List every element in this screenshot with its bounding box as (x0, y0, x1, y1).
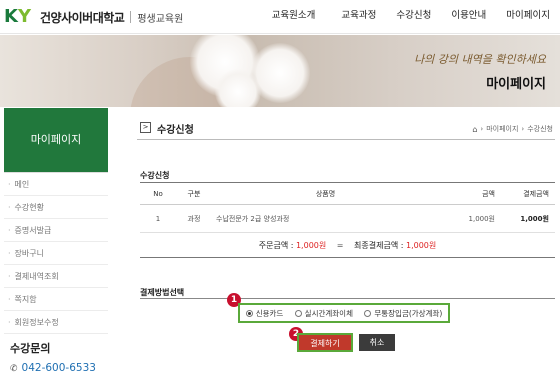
nav-item-courses[interactable]: 교육과정 (331, 0, 386, 34)
page-title: 수강신청 (157, 125, 194, 136)
bullet-icon: · (8, 203, 11, 212)
equals-sign: = (336, 241, 344, 250)
site-logo[interactable]: KY 건양사이버대학교 평생교육원 (4, 5, 183, 29)
final-amount-label: 최종결제금액 : (354, 241, 406, 250)
column-header: 금액 (435, 182, 495, 205)
sidebar-item-profile[interactable]: · 회원정보수정 (4, 311, 108, 334)
payment-method-group: 신용카드 실시간계좌이체 무통장입금(가상계좌) (238, 303, 450, 323)
row-price: 1,000원 (435, 204, 495, 233)
radio-label: 실시간계좌이체 (304, 308, 353, 318)
radio-unselected-icon (294, 309, 302, 317)
contact-box: 수강문의 ✆ 042-600-6533 (4, 334, 108, 374)
nav-item-mypage[interactable]: 마이페이지 (496, 0, 560, 34)
sidebar-heading: 마이페이지 (4, 108, 108, 172)
sidebar-item-payments[interactable]: · 결제내역조회 (4, 265, 108, 288)
sidebar-item-certificate[interactable]: · 증명서발급 (4, 219, 108, 242)
sidebar-menu: · 메인 · 수강현황 · 증명서발급 · 장바구니 · 결제내역조회 · 쪽지함 · 회원정… (4, 172, 108, 334)
radio-virtual-account[interactable]: 무통장입금(가상계좌) (364, 308, 442, 319)
phone-icon: ✆ (10, 364, 18, 374)
bullet-icon: · (8, 249, 11, 258)
radio-realtime-transfer[interactable]: 실시간계좌이체 (294, 308, 353, 319)
banner-title: 마이페이지 (486, 77, 546, 92)
section-divider (140, 298, 555, 299)
sidebar-item-messages[interactable]: · 쪽지함 (4, 288, 108, 311)
row-total: 1,000원 (495, 204, 555, 233)
order-summary: 주문금액 : 1,000원 = 최종결제금액 : 1,000원 (140, 234, 555, 258)
payment-section-title: 결제방법선택 (140, 288, 185, 297)
bullet-icon: · (8, 295, 11, 304)
final-amount: 1,000원 (405, 241, 437, 250)
column-header: No (140, 182, 176, 205)
breadcrumb-separator: › (480, 125, 484, 133)
breadcrumb-item[interactable]: 마이페이지 (486, 124, 518, 134)
nav-item-about[interactable]: 교육원소개 (262, 0, 326, 34)
page-header: > 수강신청 ⌂ › 마이페이지 › 수강신청 (137, 118, 555, 140)
radio-unselected-icon (364, 309, 372, 317)
site-header: KY 건양사이버대학교 평생교육원 교육원소개 교육과정 수강신청 이용안내 마… (0, 0, 560, 34)
sidebar-item-status[interactable]: · 수강현황 (4, 196, 108, 219)
contact-phone[interactable]: ✆ 042-600-6533 (10, 362, 108, 374)
breadcrumb: ⌂ › 마이페이지 › 수강신청 (472, 124, 553, 134)
column-header: 상품명 (212, 182, 435, 205)
breadcrumb-item[interactable]: 수강신청 (527, 124, 553, 134)
contact-label: 수강문의 (10, 342, 51, 355)
table-row: 1 과정 수납전문가 2급 양성과정 1,000원 1,000원 (140, 204, 555, 233)
order-table: No 구분 상품명 금액 결제금액 1 과정 수납전문가 2급 양성과정 1,0… (140, 182, 555, 233)
sidebar: 마이페이지 · 메인 · 수강현황 · 증명서발급 · 장바구니 · 결제내역조회 · 쪽지… (4, 108, 108, 374)
main-content: > 수강신청 ⌂ › 마이페이지 › 수강신청 (137, 118, 555, 140)
bullet-icon: · (8, 272, 11, 281)
page-banner: 나의 강의 내역을 확인하세요 마이페이지 (0, 35, 560, 107)
row-number: 1 (140, 204, 176, 233)
logo-divider (130, 11, 132, 23)
home-icon[interactable]: ⌂ (472, 125, 477, 134)
bullet-icon: · (8, 180, 11, 189)
banner-slogan: 나의 강의 내역을 확인하세요 (414, 53, 546, 66)
row-product-name: 수납전문가 2급 양성과정 (212, 204, 435, 233)
bullet-icon: · (8, 226, 11, 235)
school-name: 건양사이버대학교 (40, 10, 125, 25)
radio-label: 신용카드 (255, 308, 284, 318)
radio-selected-icon (245, 309, 253, 317)
banner-flower-image (215, 69, 261, 107)
row-kind: 과정 (176, 204, 212, 233)
table-header-row: No 구분 상품명 금액 결제금액 (140, 182, 555, 205)
nav-item-guide[interactable]: 이용안내 (441, 0, 496, 34)
breadcrumb-separator: › (521, 125, 525, 133)
column-header: 구분 (176, 182, 212, 205)
radio-credit-card[interactable]: 신용카드 (245, 308, 284, 319)
bullet-icon: · (8, 318, 11, 327)
sidebar-item-cart[interactable]: · 장바구니 (4, 242, 108, 265)
order-amount: 1,000원 (295, 241, 327, 250)
column-header: 결제금액 (495, 182, 555, 205)
order-amount-label: 주문금액 : (258, 241, 296, 250)
title-arrow-icon: > (140, 122, 151, 133)
nav-item-enroll[interactable]: 수강신청 (386, 0, 441, 34)
institute-name: 평생교육원 (137, 13, 184, 25)
radio-label: 무통장입금(가상계좌) (374, 308, 443, 318)
pay-button[interactable]: 결제하기 (297, 333, 353, 352)
main-nav: 교육원소개 교육과정 수강신청 이용안내 마이페이지 (262, 0, 560, 34)
sidebar-item-main[interactable]: · 메인 (4, 173, 108, 196)
order-section-title: 수강신청 (140, 171, 170, 180)
logo-mark-icon: KY (4, 6, 32, 27)
cancel-button[interactable]: 취소 (359, 334, 395, 351)
